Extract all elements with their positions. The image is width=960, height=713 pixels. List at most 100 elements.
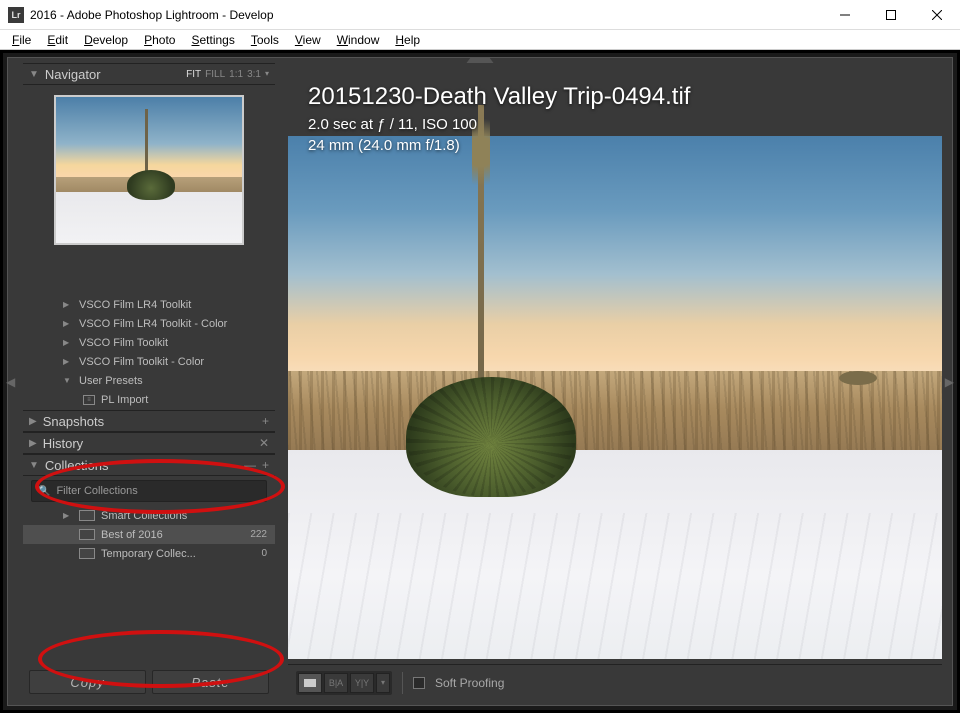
zoom-fill[interactable]: FILL: [205, 69, 225, 80]
snapshots-title: Snapshots: [43, 414, 262, 429]
window-title: 2016 - Adobe Photoshop Lightroom - Devel…: [30, 8, 274, 22]
image-lens: 24 mm (24.0 mm f/1.8): [308, 136, 690, 156]
navigator-thumb-wrap: [23, 85, 275, 255]
chevron-right-icon: ▶: [63, 338, 73, 347]
inner-frame: ◀ ▶ ▼ Navigator FIT FILL 1:1 3:1 ▾: [7, 57, 953, 706]
left-panel: ▼ Navigator FIT FILL 1:1 3:1 ▾: [23, 63, 275, 700]
collection-icon: [79, 548, 95, 559]
view-yy-button[interactable]: Y|Y: [350, 673, 374, 693]
navigator-header[interactable]: ▼ Navigator FIT FILL 1:1 3:1 ▾: [23, 63, 275, 85]
filter-placeholder: Filter Collections: [56, 485, 137, 497]
soft-proofing-label: Soft Proofing: [435, 676, 504, 690]
menu-file[interactable]: File: [4, 31, 39, 49]
main-image-area: 20151230-Death Valley Trip-0494.tif 2.0 …: [288, 63, 942, 659]
view-mode-menu[interactable]: ▾: [376, 673, 390, 693]
collection-count: 0: [261, 548, 267, 559]
main-scene: [288, 136, 942, 659]
zoom-3to1[interactable]: 3:1: [247, 69, 261, 80]
image-info-overlay: 20151230-Death Valley Trip-0494.tif 2.0 …: [308, 81, 690, 156]
menu-edit[interactable]: Edit: [39, 31, 76, 49]
preset-folder[interactable]: ▶ VSCO Film LR4 Toolkit: [23, 295, 275, 314]
collections-title: Collections: [45, 458, 244, 473]
collection-item-smart[interactable]: ▶ Smart Collections: [23, 506, 275, 525]
chevron-right-icon: ▶: [63, 319, 73, 328]
close-icon: [932, 10, 942, 20]
menu-tools[interactable]: Tools: [243, 31, 287, 49]
zoom-more-icon[interactable]: ▾: [265, 69, 269, 80]
collections-list: ▶ Smart Collections ▶ Best of 2016 222 ▶…: [23, 506, 275, 563]
app-shell: ◀ ▶ ▼ Navigator FIT FILL 1:1 3:1 ▾: [0, 50, 960, 713]
close-button[interactable]: [914, 0, 960, 30]
window-controls: [822, 0, 960, 30]
snapshots-header[interactable]: ▶ Snapshots +: [23, 410, 275, 432]
collection-icon: [79, 529, 95, 540]
add-snapshot-icon[interactable]: +: [262, 414, 269, 428]
menu-window[interactable]: Window: [329, 31, 388, 49]
search-icon: 🔍: [38, 486, 50, 497]
history-title: History: [43, 436, 259, 451]
maximize-button[interactable]: [868, 0, 914, 30]
copy-button[interactable]: Copy: [29, 670, 146, 694]
preset-item[interactable]: ≡PL Import: [23, 390, 275, 410]
menu-develop[interactable]: Develop: [76, 31, 136, 49]
collections-header[interactable]: ▼ Collections — +: [23, 454, 275, 476]
collection-label: Smart Collections: [101, 510, 267, 522]
collection-count: 222: [250, 529, 267, 540]
preset-label: VSCO Film LR4 Toolkit: [79, 299, 191, 311]
navigator-thumbnail[interactable]: [54, 95, 244, 245]
image-frame[interactable]: 20151230-Death Valley Trip-0494.tif 2.0 …: [288, 71, 942, 659]
collection-label: Temporary Collec...: [101, 548, 255, 560]
chevron-down-icon: ▼: [63, 376, 73, 385]
preset-folder[interactable]: ▶VSCO Film Toolkit - Color: [23, 352, 275, 371]
view-mode-group: B|A Y|Y ▾: [296, 671, 392, 695]
minimize-button[interactable]: [822, 0, 868, 30]
preset-label: VSCO Film LR4 Toolkit - Color: [79, 318, 227, 330]
app-logo-icon: Lr: [8, 7, 24, 23]
chevron-right-icon: ▶: [63, 300, 73, 309]
minimize-icon: [840, 10, 850, 20]
develop-toolbar: B|A Y|Y ▾ Soft Proofing: [288, 664, 942, 700]
chevron-right-icon: ▶: [29, 416, 37, 427]
preset-item-label: PL Import: [101, 394, 148, 406]
collection-item-temp[interactable]: ▶ Temporary Collec... 0: [23, 544, 275, 563]
menu-settings[interactable]: Settings: [183, 31, 242, 49]
window-titlebar: Lr 2016 - Adobe Photoshop Lightroom - De…: [0, 0, 960, 30]
preset-label: User Presets: [79, 375, 143, 387]
collection-label: Best of 2016: [101, 529, 244, 541]
preset-label: VSCO Film Toolkit - Color: [79, 356, 204, 368]
menu-bar: File Edit Develop Photo Settings Tools V…: [0, 30, 960, 50]
thumbnail-scene: [56, 97, 242, 243]
history-header[interactable]: ▶ History ✕: [23, 432, 275, 454]
yucca-plant: [406, 377, 576, 497]
image-exposure: 2.0 sec at ƒ / 11, ISO 100: [308, 115, 690, 135]
menu-help[interactable]: Help: [387, 31, 428, 49]
view-single-button[interactable]: [298, 673, 322, 693]
menu-photo[interactable]: Photo: [136, 31, 183, 49]
image-filename: 20151230-Death Valley Trip-0494.tif: [308, 81, 690, 113]
left-panel-expand-icon[interactable]: ◀: [6, 375, 15, 389]
preset-folder[interactable]: ▶ VSCO Film LR4 Toolkit - Color: [23, 314, 275, 333]
navigator-title: Navigator: [45, 67, 186, 82]
collapse-icon[interactable]: —: [244, 458, 256, 472]
chevron-down-icon: ▼: [29, 460, 39, 471]
soft-proofing-checkbox[interactable]: [413, 677, 425, 689]
right-panel-expand-icon[interactable]: ▶: [945, 375, 954, 389]
folder-icon: [79, 510, 95, 521]
copy-paste-buttons: Copy Paste: [23, 664, 275, 700]
add-collection-icon[interactable]: +: [262, 458, 269, 472]
filter-collections-input[interactable]: 🔍 Filter Collections: [31, 480, 267, 502]
titlebar-left: Lr 2016 - Adobe Photoshop Lightroom - De…: [8, 7, 274, 23]
preset-folder[interactable]: ▶VSCO Film Toolkit: [23, 333, 275, 352]
preset-folder[interactable]: ▼ User Presets: [23, 371, 275, 390]
presets-panel: ▶ VSCO Film LR4 Toolkit ▶ VSCO Film LR4 To…: [23, 295, 275, 410]
toolbar-divider: [402, 672, 403, 694]
zoom-1to1[interactable]: 1:1: [229, 69, 243, 80]
paste-button[interactable]: Paste: [152, 670, 269, 694]
collection-item-best2016[interactable]: ▶ Best of 2016 222: [23, 525, 275, 544]
menu-view[interactable]: View: [287, 31, 329, 49]
clear-history-icon[interactable]: ✕: [259, 436, 269, 450]
maximize-icon: [886, 10, 896, 20]
chevron-down-icon: ▼: [29, 69, 39, 80]
zoom-fit[interactable]: FIT: [186, 69, 201, 80]
view-before-after-button[interactable]: B|A: [324, 673, 348, 693]
